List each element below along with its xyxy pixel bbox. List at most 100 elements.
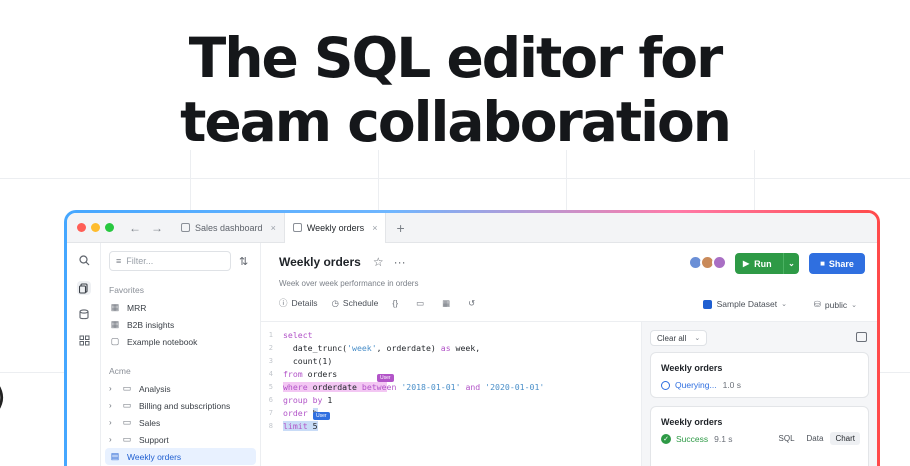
code-line: 8 limit 5 — [261, 419, 318, 432]
share-label: Share — [828, 258, 854, 269]
grid-line — [0, 178, 910, 179]
clear-all-label: Clear all — [657, 333, 687, 343]
sidebar-folder-analysis[interactable]: › ▭ Analysis — [109, 380, 252, 397]
collaborator-cursor-tag: User — [377, 374, 394, 382]
panel-toggle-icon[interactable] — [856, 332, 867, 342]
chevron-down-icon[interactable]: ⌄ — [783, 253, 799, 274]
dataset-selector[interactable]: Sample Dataset ⌄ — [702, 299, 787, 309]
grid-icon[interactable]: ▦ — [442, 298, 454, 309]
minimize-window-dot[interactable] — [91, 223, 100, 232]
headline-line-2: team collaboration — [180, 90, 732, 154]
app-window-frame: ← → Sales dashboard × Weekly orders × + — [64, 210, 880, 466]
close-window-dot[interactable] — [77, 223, 86, 232]
book-icon: ▢ — [110, 336, 120, 346]
dataset-label: Sample Dataset — [716, 299, 778, 309]
filter-placeholder: Filter... — [126, 256, 154, 266]
database-icon[interactable] — [77, 307, 91, 321]
sidebar-item-mrr[interactable]: ▦ MRR — [109, 299, 252, 316]
schema-selector[interactable]: ⛁ public ⌄ — [814, 299, 857, 310]
sql-editor[interactable]: 1 select 2 date_trunc('week', orderdate) … — [261, 321, 641, 466]
tab-bar: ← → Sales dashboard × Weekly orders × + — [67, 213, 877, 243]
folder-icon: ▭ — [122, 417, 132, 427]
line-number: 6 — [268, 395, 273, 404]
collaborator-cursor-tag: User — [313, 412, 330, 420]
title-row: Weekly orders ☆ ··· — [279, 255, 406, 269]
run-button[interactable]: ▶ Run ⌄ — [735, 253, 799, 274]
query-status: ✓ Success 9.1 s — [661, 434, 733, 444]
tab-sql[interactable]: SQL — [774, 432, 800, 445]
dataset-icon — [702, 299, 712, 309]
back-arrow-icon[interactable]: ← — [129, 221, 141, 235]
sidebar-item-b2b-insights[interactable]: ▦ B2B insights — [109, 316, 252, 333]
sidebar-item-label: Analysis — [139, 383, 171, 394]
sort-icon[interactable]: ⇅ — [239, 255, 248, 268]
new-tab-icon[interactable]: + — [396, 220, 404, 236]
result-card[interactable]: Weekly orders Querying... 1.0 s — [650, 352, 869, 398]
share-button[interactable]: ■ Share — [809, 253, 865, 274]
query-status: Querying... 1.0 s — [661, 380, 741, 390]
more-icon[interactable]: ··· — [394, 255, 406, 269]
schedule-button[interactable]: ◷ Schedule — [332, 298, 379, 309]
filter-input[interactable]: ≡ Filter... — [109, 251, 231, 271]
chevron-down-icon: ⌄ — [851, 301, 857, 309]
sidebar-folder-support[interactable]: › ▭ Support — [109, 431, 252, 448]
grid-icon: ▦ — [110, 302, 120, 312]
code-line: 3 count(1) — [261, 354, 333, 367]
star-icon[interactable]: ☆ — [373, 255, 384, 269]
search-icon[interactable] — [77, 253, 91, 267]
sidebar: ≡ Filter... ⇅ Favorites ▦ MRR ▦ B2B insi… — [101, 243, 261, 466]
filter-row: ≡ Filter... ⇅ — [109, 251, 252, 271]
page-title[interactable]: Weekly orders — [279, 255, 361, 269]
schema-label: public — [824, 299, 848, 310]
run-label: Run — [754, 258, 772, 269]
parameters-icon[interactable]: {} — [392, 298, 402, 308]
forward-arrow-icon[interactable]: → — [151, 221, 163, 235]
dashboard-icon — [181, 223, 190, 232]
code-line: 2 date_trunc('week', orderdate) as week, — [261, 341, 480, 354]
comment-icon[interactable]: ▭ — [416, 298, 428, 309]
avatar[interactable] — [712, 255, 727, 270]
chevron-right-icon: › — [109, 401, 112, 410]
details-button[interactable]: ⓘ Details — [279, 297, 318, 309]
comment-bubble-icon: ▭ — [416, 297, 425, 308]
database-icon: ⛁ — [813, 299, 821, 309]
clock-icon: ◷ — [331, 297, 339, 308]
tab-weekly-orders[interactable]: Weekly orders × — [284, 213, 387, 243]
sidebar-item-label: MRR — [127, 302, 147, 313]
code-line: 1 select — [261, 328, 313, 341]
app-window: ← → Sales dashboard × Weekly orders × + — [67, 213, 877, 466]
tab-data[interactable]: Data — [802, 432, 829, 445]
checkmark-icon: ✓ — [661, 434, 671, 444]
code-line: 5 where orderdate betwe en '2018-01-01' an… — [261, 380, 544, 393]
page-description: Week over week performance in orders — [279, 279, 419, 288]
tab-chart[interactable]: Chart — [830, 432, 860, 445]
icon-rail — [67, 243, 101, 466]
sidebar-item-weekly-orders[interactable]: ▤ Weekly orders — [105, 448, 256, 465]
result-card[interactable]: Weekly orders ✓ Success 9.1 s SQL Data C… — [650, 406, 869, 466]
line-number: 5 — [268, 382, 273, 391]
grid-icon: ▦ — [110, 319, 120, 329]
files-icon[interactable] — [77, 281, 91, 295]
close-tab-icon[interactable]: × — [271, 223, 276, 233]
grid-line — [754, 150, 755, 210]
close-tab-icon[interactable]: × — [372, 223, 377, 233]
side-glyph: ) — [0, 380, 6, 415]
sidebar-folder-billing[interactable]: › ▭ Billing and subscriptions — [109, 397, 252, 414]
collaborator-avatars — [688, 255, 727, 270]
grid-line — [566, 150, 567, 210]
line-number: 1 — [268, 330, 273, 339]
clear-all-button[interactable]: Clear all ⌄ — [650, 330, 708, 346]
grid-line — [190, 150, 191, 210]
sidebar-folder-sales[interactable]: › ▭ Sales — [109, 414, 252, 431]
play-icon: ▶ — [743, 259, 750, 268]
tab-label: Weekly orders — [306, 222, 365, 233]
chevron-right-icon: › — [109, 384, 112, 393]
sidebar-item-example-notebook[interactable]: ▢ Example notebook — [109, 333, 252, 350]
tab-sales-dashboard[interactable]: Sales dashboard × — [173, 213, 285, 243]
apps-icon[interactable] — [77, 333, 91, 347]
status-label: Success — [676, 434, 709, 444]
line-number: 7 — [268, 408, 273, 417]
history-icon[interactable]: ↺ — [468, 298, 479, 309]
maximize-window-dot[interactable] — [105, 223, 114, 232]
line-number: 8 — [268, 421, 273, 430]
